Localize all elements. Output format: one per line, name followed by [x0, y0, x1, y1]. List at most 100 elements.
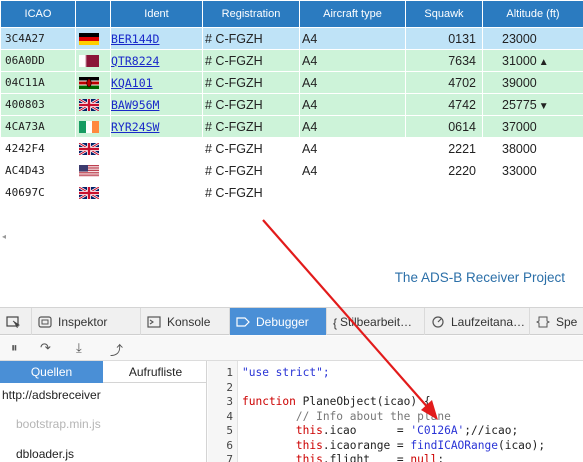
debugger-icon: [236, 316, 250, 327]
cell-registration: # C-FGZH: [202, 181, 300, 204]
ident-link[interactable]: RYR24SW: [112, 120, 160, 134]
col-header-aircraft-type[interactable]: Aircraft type: [299, 0, 406, 28]
code-editor[interactable]: 1 2 3 4 5 6 7 "use strict"; function Pla…: [208, 361, 583, 462]
table-row[interactable]: 4242F4 # C-FGZH A4 2221 38000: [0, 137, 583, 160]
console-icon: [147, 315, 161, 328]
flag-qa-icon: [79, 55, 99, 68]
cell-aircraft-type: A4: [299, 93, 406, 116]
cell-squawk: 4702: [405, 71, 483, 94]
debugger-controls: ⏸ ↷ ⤓ ⤴: [0, 336, 583, 361]
cell-aircraft-type: A4: [299, 159, 406, 182]
cell-altitude: 38000: [482, 137, 583, 160]
line-number[interactable]: 6: [226, 439, 233, 452]
line-number[interactable]: 2: [226, 381, 233, 394]
tab-konsole[interactable]: Konsole: [141, 308, 230, 335]
col-header-altitude[interactable]: Altitude (ft): [482, 0, 583, 28]
tab-performance[interactable]: Laufzeitana…: [425, 308, 530, 335]
code-line: this.flight = null;: [295, 453, 445, 462]
flag-gb-icon: [79, 143, 99, 156]
cell-altitude: 23000: [482, 27, 583, 50]
inspector-icon: [38, 315, 52, 328]
tab-style-editor[interactable]: { Stilbearbeit…: [327, 308, 425, 335]
performance-icon: [432, 315, 444, 328]
sources-tabs: Quellen Aufrufliste: [0, 361, 207, 383]
line-number[interactable]: 3: [226, 395, 233, 408]
cell-squawk: 0131: [405, 27, 483, 50]
cell-registration: # C-FGZH: [202, 71, 300, 94]
step-out-icon[interactable]: ⤴: [110, 340, 123, 359]
source-file[interactable]: bootstrap.min.js: [16, 417, 101, 431]
cell-flag: [75, 115, 111, 138]
col-header-registration[interactable]: Registration: [202, 0, 300, 28]
step-in-icon[interactable]: ⤓: [76, 340, 82, 356]
cell-icao: 400803: [0, 93, 76, 116]
source-origin[interactable]: http://adsbreceiver: [2, 388, 101, 402]
col-header-ident[interactable]: Ident: [110, 0, 203, 28]
table-row[interactable]: 40697C # C-FGZH: [0, 181, 583, 204]
altitude-value: 37000: [502, 119, 537, 134]
altitude-value: 25775: [502, 97, 537, 112]
scroll-left-icon[interactable]: ◂: [2, 232, 6, 241]
line-number[interactable]: 5: [226, 424, 233, 437]
table-row[interactable]: 3C4A27 BER144D # C-FGZH A4 0131 23000: [0, 27, 583, 50]
flag-ke-icon: [79, 77, 99, 90]
source-file[interactable]: dbloader.js: [16, 447, 74, 461]
cell-registration: # C-FGZH: [202, 137, 300, 160]
cell-ident: [110, 159, 203, 182]
col-header-icao[interactable]: ICAO: [0, 0, 76, 28]
cell-icao: 4242F4: [0, 137, 76, 160]
code-line: function PlaneObject(icao) {: [242, 395, 431, 408]
ident-link[interactable]: KQA101: [112, 76, 153, 90]
horizontal-scrollbar[interactable]: ◂: [0, 232, 583, 244]
cell-squawk: 4742: [405, 93, 483, 116]
cell-flag: [75, 93, 111, 116]
altitude-trend-icon: ▼: [538, 100, 549, 112]
line-number-gutter[interactable]: 1 2 3 4 5 6 7: [208, 361, 238, 462]
cell-aircraft-type: A4: [299, 71, 406, 94]
ident-link[interactable]: BAW956M: [112, 98, 160, 112]
cell-flag: [75, 71, 111, 94]
pick-element-button[interactable]: [0, 308, 32, 335]
ident-link[interactable]: QTR8224: [112, 54, 160, 68]
cell-altitude: 31000 ▲: [482, 49, 583, 72]
cell-flag: [75, 159, 111, 182]
tab-label: Stilbearbeit…: [340, 314, 413, 329]
tab-label: Konsole: [167, 314, 211, 329]
cell-flag: [75, 49, 111, 72]
col-header-squawk[interactable]: Squawk: [405, 0, 483, 28]
col-header-flag[interactable]: [75, 0, 111, 28]
ident-link[interactable]: BER144D: [112, 32, 160, 46]
cell-flag: [75, 137, 111, 160]
tab-quellen[interactable]: Quellen: [0, 361, 103, 383]
table-row[interactable]: AC4D43 # C-FGZH A4 2220 33000: [0, 159, 583, 182]
flag-gb-icon: [79, 187, 99, 200]
cell-altitude: 37000: [482, 115, 583, 138]
tab-aufrufliste[interactable]: Aufrufliste: [104, 361, 207, 383]
cell-aircraft-type: A4: [299, 27, 406, 50]
tab-debugger[interactable]: Debugger: [230, 308, 327, 335]
cell-registration: # C-FGZH: [202, 27, 300, 50]
line-number[interactable]: 7: [226, 453, 233, 462]
table-row[interactable]: 4CA73A RYR24SW # C-FGZH A4 0614 37000: [0, 115, 583, 138]
altitude-value: 31000: [502, 53, 537, 68]
cell-ident: BER144D: [110, 27, 203, 50]
cell-ident: [110, 181, 203, 204]
table-row[interactable]: 04C11A KQA101 # C-FGZH A4 4702 39000: [0, 71, 583, 94]
tab-inspektor[interactable]: Inspektor: [32, 308, 141, 335]
cell-registration: # C-FGZH: [202, 115, 300, 138]
line-number[interactable]: 4: [226, 410, 233, 423]
line-number[interactable]: 1: [226, 366, 233, 379]
step-over-icon[interactable]: ↷: [40, 340, 51, 356]
cell-altitude: 33000: [482, 159, 583, 182]
altitude-value: 33000: [502, 163, 537, 178]
flag-us-icon: [79, 165, 99, 178]
pause-icon[interactable]: ⏸: [11, 340, 18, 356]
cell-registration: # C-FGZH: [202, 49, 300, 72]
cell-squawk: 7634: [405, 49, 483, 72]
flag-ie-icon: [79, 121, 99, 134]
table-row[interactable]: 06A0DD QTR8224 # C-FGZH A4 7634 31000 ▲: [0, 49, 583, 72]
tab-storage[interactable]: Spe: [530, 308, 583, 335]
altitude-value: 23000: [502, 31, 537, 46]
cell-flag: [75, 181, 111, 204]
table-row[interactable]: 400803 BAW956M # C-FGZH A4 4742 25775 ▼: [0, 93, 583, 116]
